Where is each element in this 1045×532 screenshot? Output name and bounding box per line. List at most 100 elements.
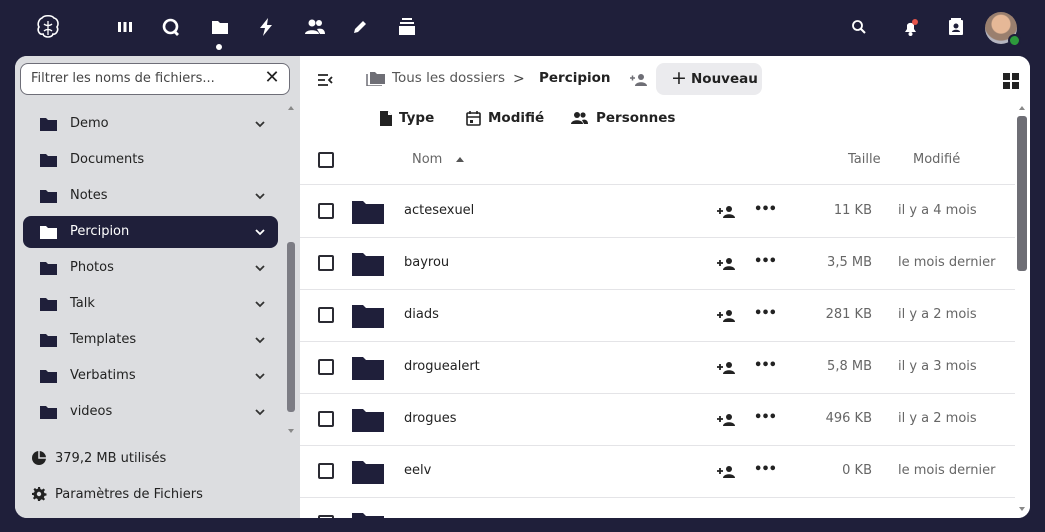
grid-view-icon[interactable] <box>1003 73 1019 89</box>
column-name[interactable]: Nom <box>412 152 442 167</box>
column-size[interactable]: Taille <box>848 152 881 167</box>
folder-icon <box>352 305 384 328</box>
sidebar-item-demo[interactable]: Demo <box>23 108 278 140</box>
folder-icon <box>352 201 384 224</box>
table-row-partial[interactable] <box>300 498 1015 518</box>
sidebar-item-label: Templates <box>70 332 137 347</box>
top-bar <box>0 0 1045 56</box>
table-row[interactable]: drogues ••• 496 KB il y a 2 mois <box>300 394 1015 446</box>
sidebar-item-talk[interactable]: Talk <box>23 288 278 320</box>
chevron-down-icon[interactable] <box>253 369 267 383</box>
file-modified: il y a 3 mois <box>898 359 977 374</box>
sidebar-item-percipion[interactable]: Percipion <box>23 216 278 248</box>
more-actions-button[interactable]: ••• <box>754 202 777 222</box>
more-actions-button[interactable]: ••• <box>754 462 777 482</box>
chevron-down-icon[interactable] <box>253 297 267 311</box>
table-row[interactable]: droguealert ••• 5,8 MB il y a 3 mois <box>300 342 1015 394</box>
table-row[interactable]: diads ••• 281 KB il y a 2 mois <box>300 290 1015 342</box>
file-size: 5,8 MB <box>827 359 872 374</box>
breadcrumb-current[interactable]: Percipion <box>539 70 611 86</box>
storage-quota[interactable]: 379,2 MB utilisés <box>31 446 166 470</box>
sidebar-scroll-down[interactable] <box>288 429 294 433</box>
row-checkbox[interactable] <box>318 463 334 479</box>
chevron-down-icon[interactable] <box>253 405 267 419</box>
quota-label: 379,2 MB utilisés <box>55 450 167 466</box>
content-scroll-up[interactable] <box>1019 106 1025 110</box>
sidebar-item-verbatims[interactable]: Verbatims <box>23 360 278 392</box>
chevron-down-icon[interactable] <box>253 189 267 203</box>
select-all-checkbox[interactable] <box>318 152 334 168</box>
row-checkbox[interactable] <box>318 411 334 427</box>
filter-type-button[interactable]: Type <box>380 106 434 130</box>
filter-type-label: Type <box>399 110 435 126</box>
column-modified[interactable]: Modifié <box>913 152 960 167</box>
chevron-down-icon[interactable] <box>253 261 267 275</box>
unified-search-icon[interactable] <box>158 14 184 40</box>
sidebar-scrollbar[interactable] <box>287 242 295 412</box>
filter-people-button[interactable]: Personnes <box>570 106 675 130</box>
share-icon[interactable] <box>717 465 737 479</box>
folder-icon <box>40 298 57 311</box>
table-row[interactable]: eelv ••• 0 KB le mois dernier <box>300 446 1015 498</box>
row-checkbox[interactable] <box>318 203 334 219</box>
breadcrumb: Tous les dossiers > Percipion + Nouveau <box>300 63 1030 97</box>
files-content: Tous les dossiers > Percipion + Nouveau … <box>300 56 1030 518</box>
files-settings-link[interactable]: Paramètres de Fichiers <box>31 482 203 506</box>
deck-icon[interactable] <box>394 14 420 40</box>
chevron-down-icon[interactable] <box>253 117 267 131</box>
chevron-down-icon[interactable] <box>253 333 267 347</box>
content-scroll-down[interactable] <box>1019 507 1025 511</box>
sidebar-item-label: Demo <box>70 116 109 131</box>
file-size: 281 KB <box>825 307 872 322</box>
folder-multiple-icon <box>366 72 385 86</box>
row-checkbox[interactable] <box>318 515 334 518</box>
contacts-menu-icon[interactable] <box>943 14 969 40</box>
sidebar-scroll-up[interactable] <box>288 106 294 110</box>
folder-icon <box>40 154 57 167</box>
row-checkbox[interactable] <box>318 359 334 375</box>
filter-filenames-input[interactable] <box>31 64 251 93</box>
content-scrollbar[interactable] <box>1017 116 1027 271</box>
notes-pencil-icon[interactable] <box>347 14 373 40</box>
more-actions-button[interactable]: ••• <box>754 306 777 326</box>
toggle-navigation-icon[interactable] <box>316 72 334 88</box>
file-size: 3,5 MB <box>827 255 872 270</box>
row-checkbox[interactable] <box>318 307 334 323</box>
dashboard-icon[interactable] <box>112 14 138 40</box>
table-row[interactable]: bayrou ••• 3,5 MB le mois dernier <box>300 238 1015 290</box>
nextcloud-logo-icon[interactable] <box>33 13 63 43</box>
user-avatar[interactable] <box>985 12 1021 47</box>
sidebar-item-templates[interactable]: Templates <box>23 324 278 356</box>
contacts-icon[interactable] <box>302 14 328 40</box>
activity-icon[interactable] <box>253 14 279 40</box>
new-button[interactable]: + Nouveau <box>656 63 762 95</box>
share-folder-icon[interactable] <box>629 72 649 88</box>
folder-icon <box>352 357 384 380</box>
share-icon[interactable] <box>717 361 737 375</box>
breadcrumb-all-folders[interactable]: Tous les dossiers <box>366 70 505 86</box>
settings-label: Paramètres de Fichiers <box>55 486 203 502</box>
clear-filter-button[interactable]: ✕ <box>263 69 281 87</box>
share-icon[interactable] <box>717 205 737 219</box>
sidebar-item-videos[interactable]: videos <box>23 396 278 428</box>
sidebar-item-notes[interactable]: Notes <box>23 180 278 212</box>
table-row[interactable]: actesexuel ••• 11 KB il y a 4 mois <box>300 186 1015 238</box>
sidebar-item-photos[interactable]: Photos <box>23 252 278 284</box>
filter-modified-button[interactable]: Modifié <box>466 106 544 130</box>
chevron-down-icon[interactable] <box>253 225 267 239</box>
more-actions-button[interactable]: ••• <box>754 254 777 274</box>
file-name: droguealert <box>404 359 480 374</box>
calendar-icon <box>466 110 481 126</box>
row-checkbox[interactable] <box>318 255 334 271</box>
more-actions-button[interactable]: ••• <box>754 358 777 378</box>
more-actions-button[interactable]: ••• <box>754 410 777 430</box>
share-icon[interactable] <box>717 413 737 427</box>
sidebar-item-documents[interactable]: Documents <box>23 144 278 176</box>
share-icon[interactable] <box>717 257 737 271</box>
share-icon[interactable] <box>717 309 737 323</box>
notifications-bell-icon[interactable] <box>898 14 924 40</box>
search-icon[interactable] <box>846 14 872 40</box>
file-name: eelv <box>404 463 432 478</box>
files-app-icon[interactable] <box>207 14 233 40</box>
folder-icon <box>352 253 384 276</box>
